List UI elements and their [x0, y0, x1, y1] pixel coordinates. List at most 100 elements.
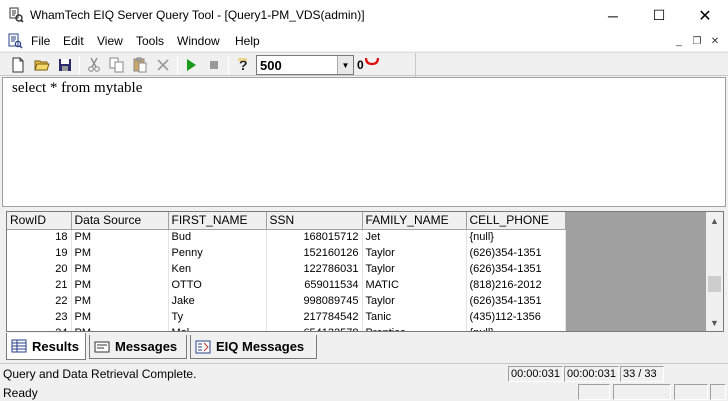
cell-ssn[interactable]: 168015712: [266, 229, 363, 245]
menu-tools[interactable]: Tools: [136, 34, 164, 48]
status-panel-2: [613, 384, 671, 400]
cell-first-name[interactable]: Bud: [168, 229, 267, 245]
vertical-scrollbar[interactable]: ▲ ▼: [706, 212, 723, 331]
cell-family-name[interactable]: Taylor: [362, 245, 467, 261]
cell-family-name[interactable]: MATIC: [362, 277, 467, 293]
cell-cell-phone[interactable]: (626)354-1351: [466, 261, 566, 277]
column-header-family-name[interactable]: FAMILY_NAME: [362, 212, 467, 230]
cell-rowid[interactable]: 20: [7, 261, 72, 277]
stop-icon[interactable]: [205, 56, 223, 74]
paste-icon[interactable]: [131, 56, 149, 74]
column-header-data-source[interactable]: Data Source: [71, 212, 169, 230]
results-grid[interactable]: RowID Data Source FIRST_NAME SSN FAMILY_…: [6, 211, 724, 332]
cut-icon[interactable]: [85, 56, 103, 74]
run-icon[interactable]: [182, 56, 200, 74]
eiq-message-icon: [195, 340, 211, 353]
mdi-restore-button[interactable]: ❐: [690, 34, 704, 48]
cell-data-source[interactable]: PM: [71, 245, 169, 261]
help-icon[interactable]: ?: [234, 56, 252, 74]
column-header-cell-phone[interactable]: CELL_PHONE: [466, 212, 566, 230]
table-row[interactable]: 18 PM Bud 168015712 Jet {null}: [7, 229, 566, 245]
table-row[interactable]: 24PMMol654132578Prentice{null}: [7, 325, 566, 331]
cell-family-name[interactable]: Tanic: [362, 309, 467, 325]
cell-data-source[interactable]: PM: [71, 229, 169, 245]
menu-view[interactable]: View: [97, 34, 123, 48]
table-row[interactable]: 22 PM Jake 998089745 Taylor (626)354-1351: [7, 293, 566, 309]
cell-rowid[interactable]: 23: [7, 309, 72, 325]
column-header-first-name[interactable]: FIRST_NAME: [168, 212, 267, 230]
tab-results[interactable]: Results: [6, 333, 86, 360]
cell-family-name[interactable]: Jet: [362, 229, 467, 245]
cell-rowid[interactable]: 18: [7, 229, 72, 245]
max-rows-dropdown[interactable]: 500 ▼: [256, 55, 354, 75]
cell-family-name[interactable]: Prentice: [362, 325, 467, 331]
cell-cell-phone[interactable]: {null}: [466, 229, 566, 245]
save-icon[interactable]: [56, 56, 74, 74]
cell-first-name[interactable]: Mol: [168, 325, 267, 331]
cell-cell-phone[interactable]: (626)354-1351: [466, 293, 566, 309]
cell-first-name[interactable]: Ken: [168, 261, 267, 277]
cell-family-name[interactable]: Taylor: [362, 261, 467, 277]
cell-rowid[interactable]: 24: [7, 325, 72, 331]
query-text[interactable]: select * from mytable: [12, 80, 142, 97]
delete-icon[interactable]: [154, 56, 172, 74]
table-row[interactable]: 19 PM Penny 152160126 Taylor (626)354-1351: [7, 245, 566, 261]
mdi-minimize-button[interactable]: _: [672, 34, 686, 48]
copy-icon[interactable]: [108, 56, 126, 74]
close-button[interactable]: ✕: [682, 0, 728, 31]
toolbar-divider: [415, 53, 416, 77]
table-row[interactable]: 23 PM Ty 217784542 Tanic (435)112-1356: [7, 309, 566, 325]
menu-help[interactable]: Help: [235, 34, 260, 48]
column-header-ssn[interactable]: SSN: [266, 212, 363, 230]
cell-cell-phone[interactable]: (435)112-1356: [466, 309, 566, 325]
cell-ssn[interactable]: 217784542: [266, 309, 363, 325]
scroll-down-icon[interactable]: ▼: [706, 314, 723, 331]
cell-family-name[interactable]: Taylor: [362, 293, 467, 309]
status-panel-3: [674, 384, 708, 400]
scroll-thumb[interactable]: [708, 276, 721, 292]
status-bar: Query and Data Retrieval Complete. 00:00…: [0, 363, 728, 401]
cell-data-source[interactable]: PM: [71, 309, 169, 325]
cell-ssn[interactable]: 152160126: [266, 245, 363, 261]
cell-ssn[interactable]: 122786031: [266, 261, 363, 277]
cell-data-source[interactable]: PM: [71, 325, 169, 331]
cell-ssn[interactable]: 654132578: [266, 325, 363, 331]
size-grip[interactable]: [710, 384, 726, 400]
chevron-down-icon[interactable]: ▼: [337, 56, 353, 74]
cell-first-name[interactable]: Ty: [168, 309, 267, 325]
open-folder-icon[interactable]: [33, 56, 51, 74]
new-file-icon[interactable]: [9, 56, 27, 74]
maximize-button[interactable]: ☐: [636, 0, 682, 31]
status-message: Query and Data Retrieval Complete.: [3, 367, 197, 381]
table-row[interactable]: 20 PM Ken 122786031 Taylor (626)354-1351: [7, 261, 566, 277]
cell-first-name[interactable]: OTTO: [168, 277, 267, 293]
cell-data-source[interactable]: PM: [71, 261, 169, 277]
tab-eiq-messages[interactable]: EIQ Messages: [190, 335, 317, 359]
menu-file[interactable]: File: [31, 34, 50, 48]
cell-rowid[interactable]: 19: [7, 245, 72, 261]
scroll-up-icon[interactable]: ▲: [706, 212, 723, 229]
column-header-rowid[interactable]: RowID: [7, 212, 72, 230]
menu-window[interactable]: Window: [177, 34, 220, 48]
query-editor[interactable]: select * from mytable: [2, 77, 726, 207]
cell-first-name[interactable]: Jake: [168, 293, 267, 309]
cell-ssn[interactable]: 998089745: [266, 293, 363, 309]
cell-rowid[interactable]: 21: [7, 277, 72, 293]
status-time-2: 00:00:031: [564, 366, 619, 382]
tab-messages[interactable]: Messages: [89, 335, 187, 359]
app-icon: [9, 7, 24, 23]
cell-first-name[interactable]: Penny: [168, 245, 267, 261]
cell-data-source[interactable]: PM: [71, 293, 169, 309]
mdi-close-button[interactable]: ✕: [708, 34, 722, 48]
cell-data-source[interactable]: PM: [71, 277, 169, 293]
menu-edit[interactable]: Edit: [63, 34, 84, 48]
result-tabs: Results Messages EIQ Messages: [0, 333, 728, 361]
document-icon[interactable]: [7, 33, 23, 49]
cell-cell-phone[interactable]: {null}: [466, 325, 566, 331]
table-row[interactable]: 21 PM OTTO 659011534 MATIC (818)216-2012: [7, 277, 566, 293]
cell-cell-phone[interactable]: (626)354-1351: [466, 245, 566, 261]
cell-cell-phone[interactable]: (818)216-2012: [466, 277, 566, 293]
minimize-button[interactable]: ─: [590, 0, 636, 31]
cell-rowid[interactable]: 22: [7, 293, 72, 309]
cell-ssn[interactable]: 659011534: [266, 277, 363, 293]
